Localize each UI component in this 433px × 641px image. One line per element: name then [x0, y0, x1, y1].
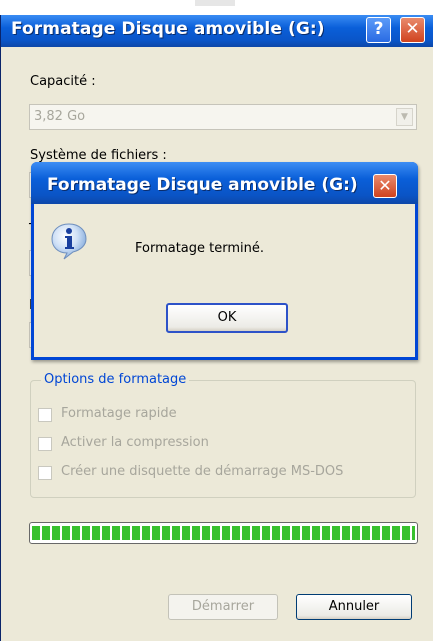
chevron-down-icon[interactable]: ▼	[396, 108, 413, 126]
title-bar[interactable]: Formatage Disque amovible (G:) ? ✕	[1, 15, 433, 47]
close-button[interactable]: ✕	[400, 17, 425, 43]
msdos-disk-label: Créer une disquette de démarrage MS-DOS	[61, 464, 344, 479]
compression-checkbox[interactable]	[38, 437, 52, 451]
help-button[interactable]: ?	[366, 17, 391, 43]
ok-button[interactable]: OK	[166, 303, 288, 333]
progress-track	[32, 526, 415, 540]
capacity-label: Capacité :	[30, 74, 96, 89]
filesystem-label: Système de fichiers :	[30, 148, 167, 163]
capacity-select[interactable]: 3,82 Go ▼	[29, 104, 417, 130]
start-button[interactable]: Démarrer	[168, 594, 278, 620]
cancel-button[interactable]: Annuler	[296, 594, 412, 620]
dialog-title: Formatage Disque amovible (G:)	[47, 175, 358, 195]
capacity-value: 3,82 Go	[34, 109, 86, 124]
dialog-message: Formatage terminé.	[135, 241, 265, 256]
progress-bar	[29, 522, 418, 544]
background-strip	[0, 0, 433, 15]
background-strip-mark	[195, 0, 235, 6]
msdos-disk-checkbox[interactable]	[38, 466, 52, 480]
quick-format-checkbox[interactable]	[38, 408, 52, 422]
format-options-title: Options de formatage	[41, 372, 190, 387]
dialog-body: Formatage terminé. OK	[34, 204, 415, 357]
completion-dialog: Formatage Disque amovible (G:) ✕ Formata…	[31, 162, 418, 360]
dialog-title-bar[interactable]: Formatage Disque amovible (G:) ✕	[31, 162, 418, 204]
info-icon	[51, 223, 87, 260]
quick-format-label: Formatage rapide	[61, 406, 177, 421]
dialog-close-button[interactable]: ✕	[373, 174, 397, 198]
compression-label: Activer la compression	[61, 435, 209, 450]
window-title: Formatage Disque amovible (G:)	[11, 19, 325, 39]
progress-fill	[32, 526, 415, 540]
